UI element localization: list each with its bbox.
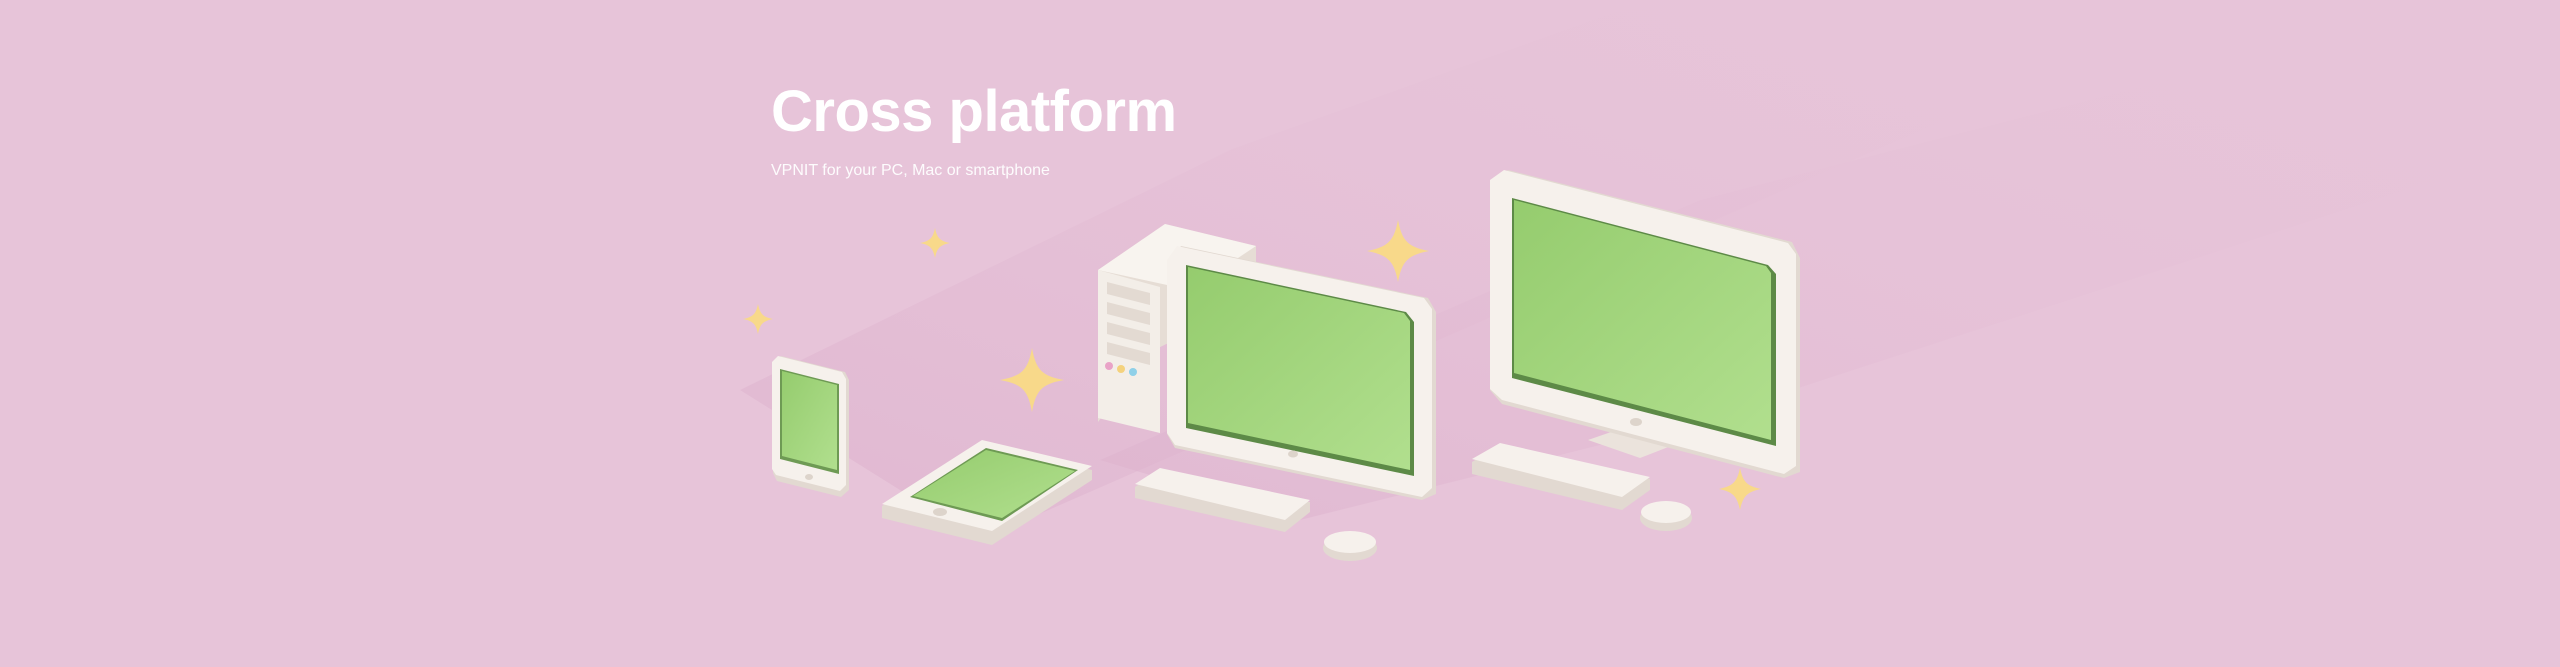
smartphone [772,356,849,497]
hero-banner: Cross platform VPNIT for your PC, Mac or… [0,0,2560,667]
page-title: Cross platform [771,79,1177,144]
devices-illustration [740,10,2560,561]
page-subtitle: VPNIT for your PC, Mac or smartphone [771,162,1050,179]
hero-text: Cross platform VPNIT for your PC, Mac or… [771,76,1177,180]
mouse [1323,531,1377,561]
mouse-right [1640,501,1692,531]
